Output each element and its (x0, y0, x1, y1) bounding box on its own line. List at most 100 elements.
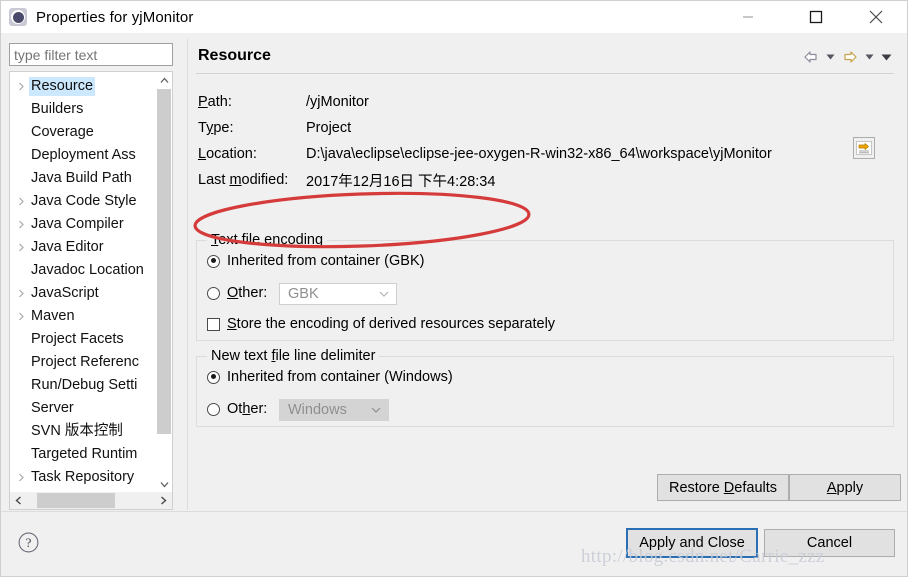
apply-button[interactable]: Apply (789, 474, 901, 501)
delimiter-inherited-radio[interactable] (207, 370, 220, 384)
encoding-inherited-label: Inherited from container (GBK) (227, 253, 425, 269)
location-value: D:\java\eclipse\eclipse-jee-oxygen-R-win… (306, 146, 772, 162)
svg-text:?: ? (26, 535, 32, 550)
tree-vertical-scrollbar[interactable] (156, 72, 172, 493)
settings-tree: Resource Builders Coverage Deployment As… (9, 71, 173, 510)
help-icon[interactable]: ? (18, 532, 39, 553)
location-row: Location: D:\java\eclipse\eclipse-jee-ox… (198, 143, 772, 165)
sidebar-item-label: Maven (31, 308, 75, 324)
filter-input[interactable] (9, 43, 173, 66)
type-value: Project (306, 120, 352, 136)
store-derived-label: Store the encoding of derived resources … (227, 316, 556, 332)
header-divider (196, 73, 894, 74)
back-arrow-icon[interactable] (801, 47, 821, 67)
close-icon (869, 10, 883, 24)
sidebar-item-label: Project Facets (31, 331, 124, 347)
app-icon (9, 8, 27, 26)
page-navigation (801, 47, 894, 67)
h-scroll-track[interactable] (27, 492, 155, 509)
sidebar-item-svn-version-control[interactable]: SVN 版本控制 (10, 420, 158, 443)
last-modified-label: Last modified: (198, 172, 289, 188)
delimiter-other-combo[interactable]: Windows (279, 399, 389, 421)
sidebar-item-resource[interactable]: Resource (10, 75, 158, 98)
delimiter-inherited-radio-row[interactable]: Inherited from container (Windows) (207, 369, 453, 385)
scroll-right-icon[interactable] (155, 492, 172, 509)
sidebar-item-targeted-runtimes[interactable]: Targeted Runtim (10, 443, 158, 466)
maximize-button[interactable] (793, 1, 839, 33)
sidebar-item-coverage[interactable]: Coverage (10, 121, 158, 144)
title-bar: Properties for yjMonitor (1, 1, 907, 33)
sidebar-item-java-editor[interactable]: Java Editor (10, 236, 158, 259)
restore-defaults-button[interactable]: Restore Defaults (657, 474, 789, 501)
sidebar-item-javascript[interactable]: JavaScript (10, 282, 158, 305)
chevron-right-icon[interactable] (14, 220, 29, 229)
sidebar-item-label: Server (31, 400, 74, 416)
path-label: Path: (198, 94, 232, 110)
back-dropdown-icon[interactable] (823, 47, 838, 67)
encoding-other-radio[interactable] (207, 286, 220, 300)
last-modified-row: Last modified: 2017年12月16日 下午4:28:34 (198, 169, 495, 191)
chevron-right-icon[interactable] (14, 289, 29, 298)
encoding-inherited-radio-row[interactable]: Inherited from container (GBK) (207, 253, 424, 269)
delimiter-inherited-label: Inherited from container (Windows) (227, 369, 453, 385)
forward-arrow-icon[interactable] (840, 47, 860, 67)
sidebar-item-javadoc-location[interactable]: Javadoc Location (10, 259, 158, 282)
page-title: Resource (198, 47, 271, 64)
forward-dropdown-icon[interactable] (862, 47, 877, 67)
sidebar-item-run-debug-settings[interactable]: Run/Debug Setti (10, 374, 158, 397)
chevron-right-icon[interactable] (14, 243, 29, 252)
last-modified-value: 2017年12月16日 下午4:28:34 (306, 173, 496, 190)
scroll-up-icon[interactable] (156, 72, 172, 89)
store-derived-checkbox[interactable] (207, 317, 220, 331)
delimiter-other-combo-value: Windows (288, 402, 347, 418)
sidebar-item-label: Builders (31, 101, 84, 117)
encoding-group-title: Text file encoding (207, 232, 328, 248)
sidebar-item-java-build-path[interactable]: Java Build Path (10, 167, 158, 190)
sidebar-item-label: SVN 版本控制 (31, 423, 123, 439)
path-value: /yjMonitor (306, 94, 369, 110)
watermark-text: http://blog.csdn.net/Carrie_zzz (581, 546, 825, 567)
sidebar-item-maven[interactable]: Maven (10, 305, 158, 328)
line-delimiter-group: New text file line delimiter Inherited f… (196, 348, 894, 427)
minimize-icon (743, 16, 753, 18)
scroll-down-icon[interactable] (156, 476, 172, 493)
sidebar-item-deployment-assembly[interactable]: Deployment Ass (10, 144, 158, 167)
resolve-path-variable-button[interactable] (853, 137, 875, 159)
h-scroll-thumb[interactable] (37, 493, 115, 508)
sidebar-item-label: Java Compiler (31, 216, 124, 232)
path-row: Path: /yjMonitor (198, 91, 369, 113)
sidebar-item-label: Coverage (31, 124, 94, 140)
minimize-button[interactable] (725, 1, 771, 33)
type-label: Type: (198, 120, 234, 136)
tree-horizontal-scrollbar[interactable] (10, 492, 172, 509)
properties-dialog: Properties for yjMonitor Re (0, 0, 908, 577)
sidebar-item-label: Java Editor (31, 239, 104, 255)
chevron-down-icon (371, 400, 381, 420)
tree-item-list: Resource Builders Coverage Deployment As… (10, 72, 158, 489)
sidebar-item-label: Project Referenc (31, 354, 139, 370)
delimiter-other-radio[interactable] (207, 402, 220, 416)
sidebar-item-project-facets[interactable]: Project Facets (10, 328, 158, 351)
encoding-other-radio-row[interactable]: Other: (207, 285, 267, 301)
view-menu-icon[interactable] (879, 47, 894, 67)
sidebar-item-java-compiler[interactable]: Java Compiler (10, 213, 158, 236)
page-header: Resource (188, 39, 902, 73)
chevron-right-icon[interactable] (14, 312, 29, 321)
chevron-right-icon[interactable] (14, 473, 29, 482)
encoding-inherited-radio[interactable] (207, 254, 220, 268)
sidebar-item-project-references[interactable]: Project Referenc (10, 351, 158, 374)
store-derived-checkbox-row[interactable]: Store the encoding of derived resources … (207, 316, 555, 332)
chevron-right-icon[interactable] (14, 197, 29, 206)
sidebar-item-java-code-style[interactable]: Java Code Style (10, 190, 158, 213)
tree-scroll-thumb[interactable] (157, 89, 171, 434)
delimiter-other-radio-row[interactable]: Other: (207, 401, 267, 417)
sidebar-item-label: Task Repository (31, 469, 135, 485)
encoding-other-combo[interactable]: GBK (279, 283, 397, 305)
sidebar-item-builders[interactable]: Builders (10, 98, 158, 121)
chevron-right-icon[interactable] (14, 82, 29, 91)
sidebar-item-task-repository[interactable]: Task Repository (10, 466, 158, 489)
scroll-left-icon[interactable] (10, 492, 27, 509)
sidebar-item-server[interactable]: Server (10, 397, 158, 420)
window-title: Properties for yjMonitor (36, 8, 194, 26)
close-button[interactable] (853, 1, 899, 33)
